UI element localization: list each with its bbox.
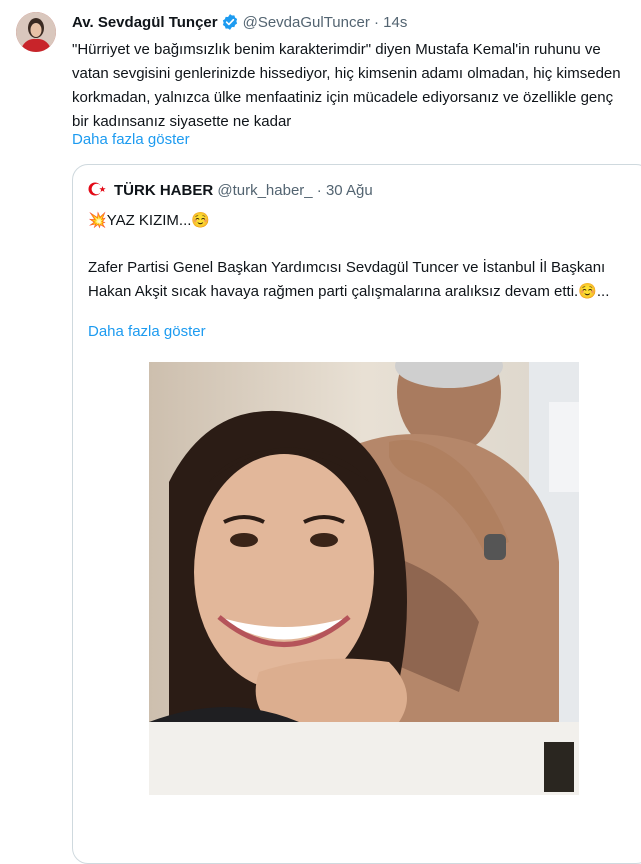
photo-image	[149, 362, 579, 795]
smiling-emoji: ☺️	[191, 211, 211, 229]
avatar-image	[16, 12, 56, 52]
verified-badge-icon	[221, 13, 239, 31]
quoted-headline: YAZ KIZIM...	[106, 212, 192, 229]
tweet-time[interactable]: 14s	[383, 14, 407, 31]
quoted-tweet-photo[interactable]	[149, 362, 579, 795]
show-more-link[interactable]: Daha fazla göster	[72, 128, 190, 152]
author-handle[interactable]: @SevdaGulTuncer	[243, 14, 370, 31]
quoted-author-name[interactable]: TÜRK HABER	[114, 182, 213, 199]
collision-emoji: 💥	[88, 211, 107, 229]
author-name[interactable]: Av. Sevdagül Tunçer	[72, 14, 218, 31]
quoted-tweet-header: TÜRK HABER @turk_haber_ · 30 Ağu	[88, 181, 373, 201]
quoted-separator: ·	[316, 182, 322, 199]
tweet-text: "Hürriyet ve bağımsızlık benim karakteri…	[72, 41, 621, 130]
tweet-header: Av. Sevdagül Tunçer @SevdaGulTuncer · 14s	[72, 13, 407, 33]
quoted-author-handle[interactable]: @turk_haber_	[217, 182, 312, 199]
quoted-tweet-text: Zafer Partisi Genel Başkan Yardımcısı Se…	[88, 259, 610, 300]
quoted-date[interactable]: 30 Ağu	[326, 182, 373, 199]
header-separator: ·	[374, 14, 379, 31]
crescent-star-icon	[88, 181, 108, 197]
quoted-headline-line: 💥YAZ KIZIM...☺️	[88, 208, 210, 233]
avatar[interactable]	[16, 12, 56, 52]
quoted-show-more-link[interactable]: Daha fazla göster	[88, 320, 206, 344]
